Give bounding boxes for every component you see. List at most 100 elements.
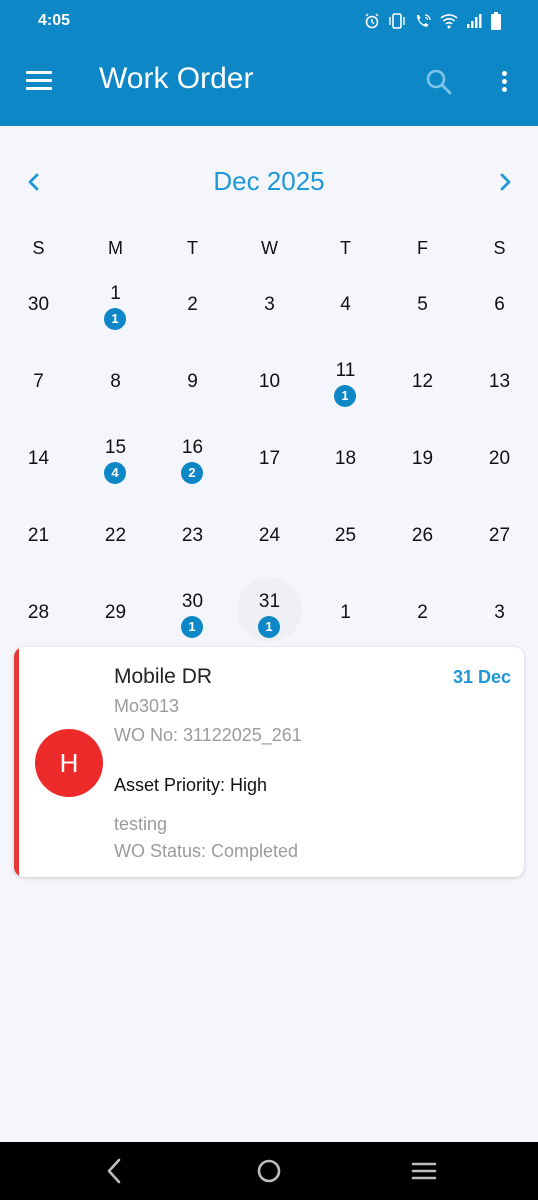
day-number: 21 (27, 525, 50, 546)
home-icon[interactable] (254, 1157, 284, 1185)
day-number: 2 (417, 602, 428, 623)
calendar-day[interactable]: 2 (154, 265, 231, 342)
battery-icon (491, 12, 501, 30)
app-header: 4:05 Work Order (0, 0, 538, 126)
day-number: 26 (411, 525, 434, 546)
avatar: H (35, 729, 103, 797)
calendar-day[interactable]: 9 (154, 342, 231, 419)
signal-icon (467, 14, 482, 28)
weekday-label: T (340, 238, 351, 258)
calendar-day[interactable]: 7 (0, 342, 77, 419)
day-number: 9 (187, 371, 198, 392)
day-number: 5 (417, 294, 428, 315)
calendar-day[interactable]: 8 (77, 342, 154, 419)
calendar-day[interactable]: 11 1 (307, 342, 384, 419)
day-number: 20 (488, 448, 511, 469)
weekday-label: W (261, 238, 278, 258)
search-icon[interactable] (425, 68, 453, 96)
recents-icon[interactable] (409, 1157, 439, 1185)
day-number: 11 (335, 360, 356, 381)
calendar-day[interactable]: 31 1 (231, 573, 308, 650)
calendar-day[interactable]: 30 1 (154, 573, 231, 650)
work-order-card[interactable]: H Mobile DR 31 Dec Mo3013 WO No: 3112202… (14, 647, 524, 877)
work-order-count-badge: 2 (181, 462, 203, 484)
priority-strip (14, 647, 19, 877)
calendar-day[interactable]: 17 (231, 419, 308, 496)
wifi-icon (440, 14, 458, 29)
day-number: 3 (264, 294, 275, 315)
day-number: 15 (104, 437, 127, 458)
page-title: Work Order (99, 62, 254, 95)
weekday-label: M (108, 238, 123, 258)
month-label: Dec 2025 (213, 166, 325, 196)
day-number: 1 (110, 283, 121, 304)
status-time: 4:05 (38, 12, 71, 29)
vibrate-icon (389, 13, 405, 29)
day-number: 30 (181, 591, 204, 612)
day-number: 18 (334, 448, 357, 469)
calendar-day[interactable]: 2 (384, 573, 461, 650)
calendar-day[interactable]: 26 (384, 496, 461, 573)
calendar-day[interactable]: 29 (77, 573, 154, 650)
day-number: 8 (110, 371, 121, 392)
work-order-count-badge: 1 (334, 385, 356, 407)
calendar-day[interactable]: 5 (384, 265, 461, 342)
next-month-icon[interactable] (493, 170, 517, 194)
work-order-count-badge: 1 (181, 616, 203, 638)
day-number: 22 (104, 525, 127, 546)
weekday-label: T (187, 238, 198, 258)
calendar-day[interactable]: 10 (231, 342, 308, 419)
work-order-number: WO No: 31122025_261 (114, 725, 302, 745)
calendar-day[interactable]: 20 (461, 419, 538, 496)
day-number: 19 (411, 448, 434, 469)
day-number: 14 (27, 448, 50, 469)
calendar-day[interactable]: 16 2 (154, 419, 231, 496)
calendar-day[interactable]: 30 (0, 265, 77, 342)
weekday-header: S M T W T F S (0, 238, 538, 262)
calendar-day[interactable]: 24 (231, 496, 308, 573)
back-icon[interactable] (99, 1157, 129, 1185)
menu-icon[interactable] (26, 71, 52, 91)
calendar-day[interactable]: 13 (461, 342, 538, 419)
calendar-day[interactable]: 27 (461, 496, 538, 573)
calendar-day[interactable]: 19 (384, 419, 461, 496)
status-icons (364, 12, 502, 30)
day-number: 27 (488, 525, 511, 546)
calendar-day[interactable]: 4 (307, 265, 384, 342)
system-nav-bar (0, 1142, 538, 1200)
calendar-day[interactable]: 12 (384, 342, 461, 419)
work-order-count-badge: 1 (258, 616, 280, 638)
day-number: 28 (27, 602, 50, 623)
day-number: 3 (494, 602, 505, 623)
calendar-day[interactable]: 14 (0, 419, 77, 496)
day-number: 2 (187, 294, 198, 315)
more-vert-icon[interactable] (497, 68, 513, 96)
calendar-day[interactable]: 28 (0, 573, 77, 650)
day-number: 7 (33, 371, 44, 392)
calendar-day[interactable]: 18 (307, 419, 384, 496)
day-number: 30 (27, 294, 50, 315)
calendar-day[interactable]: 1 (307, 573, 384, 650)
calendar-day[interactable]: 11 (77, 265, 154, 342)
calendar-day[interactable]: 15 4 (77, 419, 154, 496)
day-number: 31 (258, 591, 281, 612)
calendar-day[interactable]: 21 (0, 496, 77, 573)
calendar-day[interactable]: 22 (77, 496, 154, 573)
work-order-title: Mobile DR (114, 665, 213, 688)
day-number: 25 (334, 525, 357, 546)
day-number: 29 (104, 602, 127, 623)
calendar-day[interactable]: 6 (461, 265, 538, 342)
calendar-day[interactable]: 3 (231, 265, 308, 342)
day-number: 4 (340, 294, 351, 315)
weekday-label: S (32, 238, 45, 258)
day-number: 6 (494, 294, 505, 315)
weekday-label: S (493, 238, 506, 258)
day-number: 13 (488, 371, 511, 392)
work-order-date: 31 Dec (452, 667, 511, 687)
day-number: 1 (340, 602, 351, 623)
calendar-day[interactable]: 25 (307, 496, 384, 573)
calendar-day[interactable]: 23 (154, 496, 231, 573)
calendar-day[interactable]: 3 (461, 573, 538, 650)
day-number: 16 (181, 437, 204, 458)
work-order-status: WO Status: Completed (114, 841, 299, 861)
